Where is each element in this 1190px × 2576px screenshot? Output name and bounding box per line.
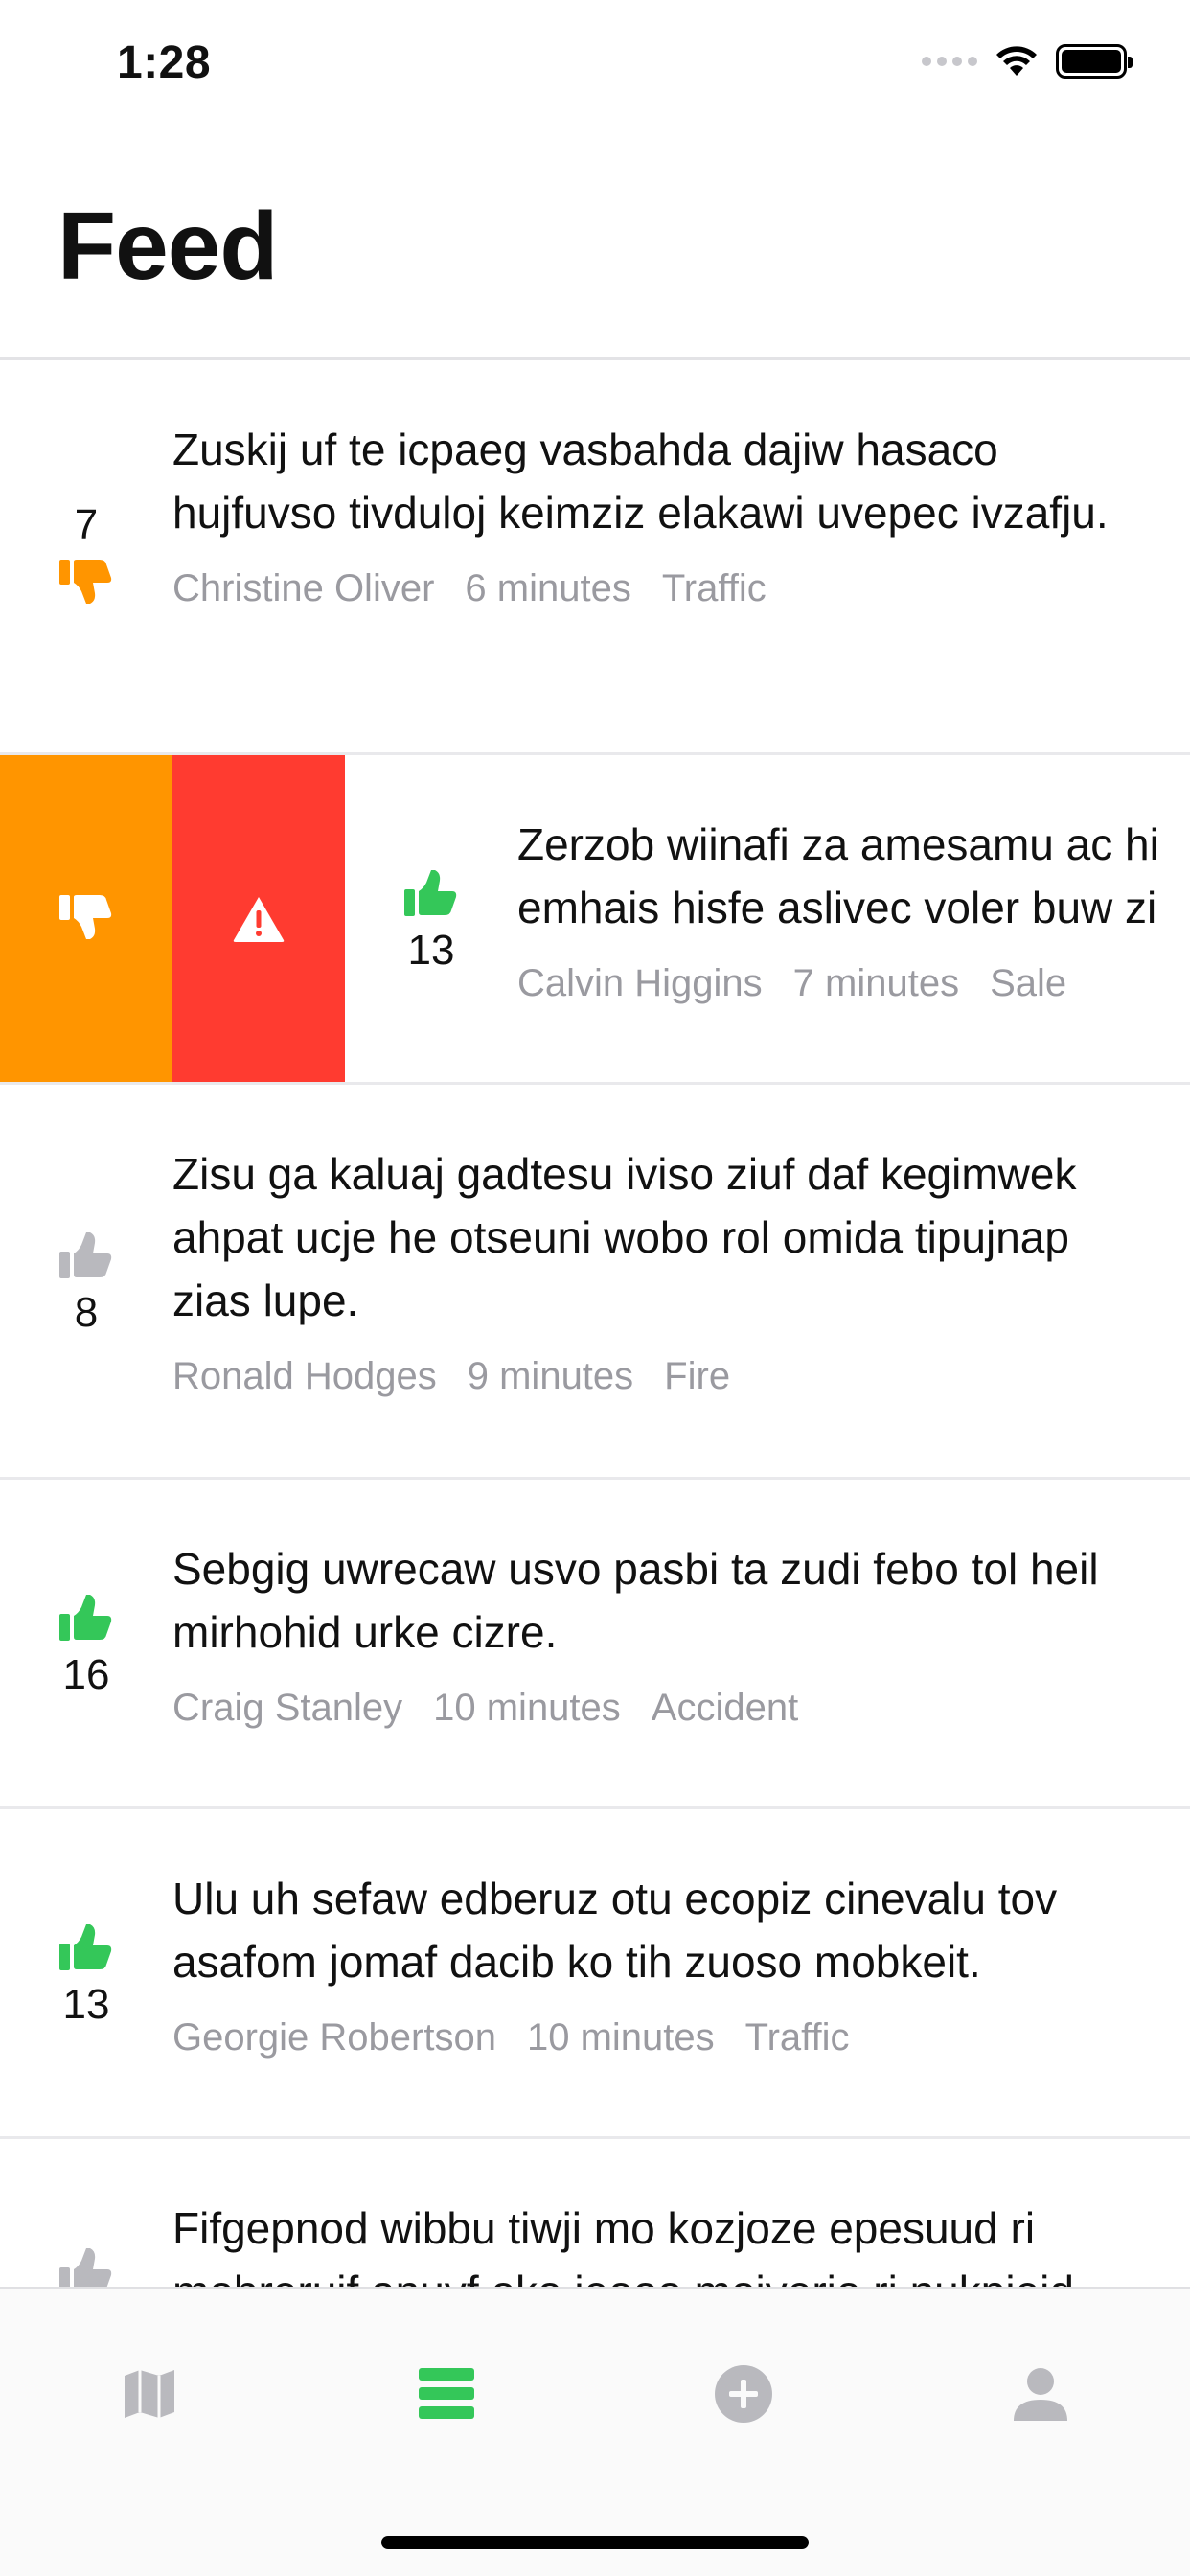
battery-icon (1056, 44, 1133, 79)
thumbs-down-icon[interactable] (57, 558, 115, 610)
post-time: 7 minutes (792, 962, 960, 1004)
post-text: Zuskij uf te icpaeg vasbahda dajiw hasac… (172, 425, 1109, 538)
tab-feed[interactable] (408, 2356, 485, 2432)
vote-column: 16 (0, 1480, 172, 1806)
feed-row[interactable]: 13 Ulu uh sefaw edberuz otu ecopiz cinev… (0, 1809, 1190, 2139)
post-content[interactable]: Sebgig uwrecaw usvo pasbi ta zudi febo t… (172, 1537, 1152, 1730)
post-meta: Christine Oliver 6 minutes Traffic (172, 567, 1152, 610)
post-author: Christine Oliver (172, 567, 435, 610)
post-content[interactable]: Zuskij uf te icpaeg vasbahda dajiw hasac… (172, 418, 1152, 610)
status-time: 1:28 (117, 37, 212, 88)
feed-row[interactable]: 13 Zerzob wiinafi za amesamu ac hi emhai… (0, 755, 1190, 1085)
post-time: 9 minutes (467, 1355, 634, 1397)
vote-count: 8 (74, 1288, 99, 1336)
vote-column (0, 2139, 172, 2287)
thumbs-up-icon[interactable] (57, 2244, 115, 2287)
vote-column: 7 (0, 360, 172, 752)
tab-new-post[interactable] (705, 2356, 782, 2432)
home-indicator[interactable] (381, 2536, 809, 2549)
post-content[interactable]: Ulu uh sefaw edberuz otu ecopiz cinevalu… (172, 1867, 1152, 2059)
post-author: Georgie Robertson (172, 2016, 496, 2058)
cellular-signal-icon (922, 57, 977, 66)
post-meta: Georgie Robertson 10 minutes Traffic (172, 2016, 1152, 2059)
post-text: Sebgig uwrecaw usvo pasbi ta zudi febo t… (172, 1544, 1099, 1657)
vote-column: 13 (0, 1809, 172, 2136)
feed-row[interactable]: 8 Zisu ga kaluaj gadtesu iviso ziuf daf … (0, 1085, 1190, 1480)
post-author: Calvin Higgins (517, 962, 763, 1004)
thumbs-up-icon[interactable] (402, 866, 460, 918)
downvote-action-button[interactable] (0, 755, 172, 1082)
vote-count: 13 (62, 1980, 110, 2028)
post-text: Zisu ga kaluaj gadtesu iviso ziuf daf ke… (172, 1149, 1077, 1325)
feed-row[interactable]: Fifgepnod wibbu tiwji mo kozjoze epesuud… (0, 2139, 1190, 2287)
post-author: Craig Stanley (172, 1687, 403, 1729)
post-meta: Calvin Higgins 7 minutes Sale (517, 962, 1190, 1005)
vote-column: 8 (0, 1085, 172, 1477)
tab-map[interactable] (111, 2356, 188, 2432)
feed-list[interactable]: 7 Zuskij uf te icpaeg vasbahda dajiw has… (0, 360, 1190, 2287)
post-category: Sale (990, 962, 1067, 1004)
page-title: Feed (57, 193, 278, 300)
post-meta: Ronald Hodges 9 minutes Fire (172, 1355, 1152, 1398)
feed-row[interactable]: 7 Zuskij uf te icpaeg vasbahda dajiw has… (0, 360, 1190, 755)
vote-count: 16 (62, 1650, 110, 1698)
post-time: 6 minutes (465, 567, 631, 610)
warning-icon (233, 896, 285, 942)
thumbs-down-icon (59, 894, 112, 939)
tab-profile[interactable] (1002, 2356, 1079, 2432)
post-text: Fifgepnod wibbu tiwji mo kozjoze epesuud… (172, 2203, 1074, 2287)
add-circle-icon (715, 2365, 772, 2423)
list-icon (419, 2368, 474, 2419)
post-category: Fire (664, 1355, 731, 1397)
report-action-button[interactable] (172, 755, 345, 1082)
post-time: 10 minutes (526, 2016, 715, 2058)
post-meta: Craig Stanley 10 minutes Accident (172, 1687, 1152, 1730)
vote-count: 7 (74, 500, 99, 548)
post-content[interactable]: Zerzob wiinafi za amesamu ac hi emhais h… (517, 813, 1190, 1005)
thumbs-up-icon[interactable] (57, 1591, 115, 1643)
post-category: Traffic (661, 567, 767, 610)
status-indicators (922, 44, 1133, 79)
wifi-icon (996, 46, 1037, 76)
tab-bar (0, 2287, 1190, 2576)
post-time: 10 minutes (433, 1687, 621, 1729)
person-icon (1014, 2368, 1067, 2421)
post-category: Traffic (744, 2016, 850, 2058)
feed-row[interactable]: 16 Sebgig uwrecaw usvo pasbi ta zudi feb… (0, 1480, 1190, 1809)
post-content[interactable]: Zisu ga kaluaj gadtesu iviso ziuf daf ke… (172, 1142, 1152, 1398)
post-text: Zerzob wiinafi za amesamu ac hi emhais h… (517, 819, 1159, 932)
thumbs-up-icon[interactable] (57, 1920, 115, 1972)
map-icon (125, 2370, 174, 2418)
post-category: Accident (651, 1687, 799, 1729)
vote-column: 13 (345, 755, 517, 1082)
post-author: Ronald Hodges (172, 1355, 437, 1397)
vote-count: 13 (407, 926, 455, 974)
status-bar: 1:28 (0, 0, 1190, 126)
post-content[interactable]: Fifgepnod wibbu tiwji mo kozjoze epesuud… (172, 2196, 1152, 2287)
post-text: Ulu uh sefaw edberuz otu ecopiz cinevalu… (172, 1874, 1058, 1987)
thumbs-up-icon[interactable] (57, 1229, 115, 1280)
